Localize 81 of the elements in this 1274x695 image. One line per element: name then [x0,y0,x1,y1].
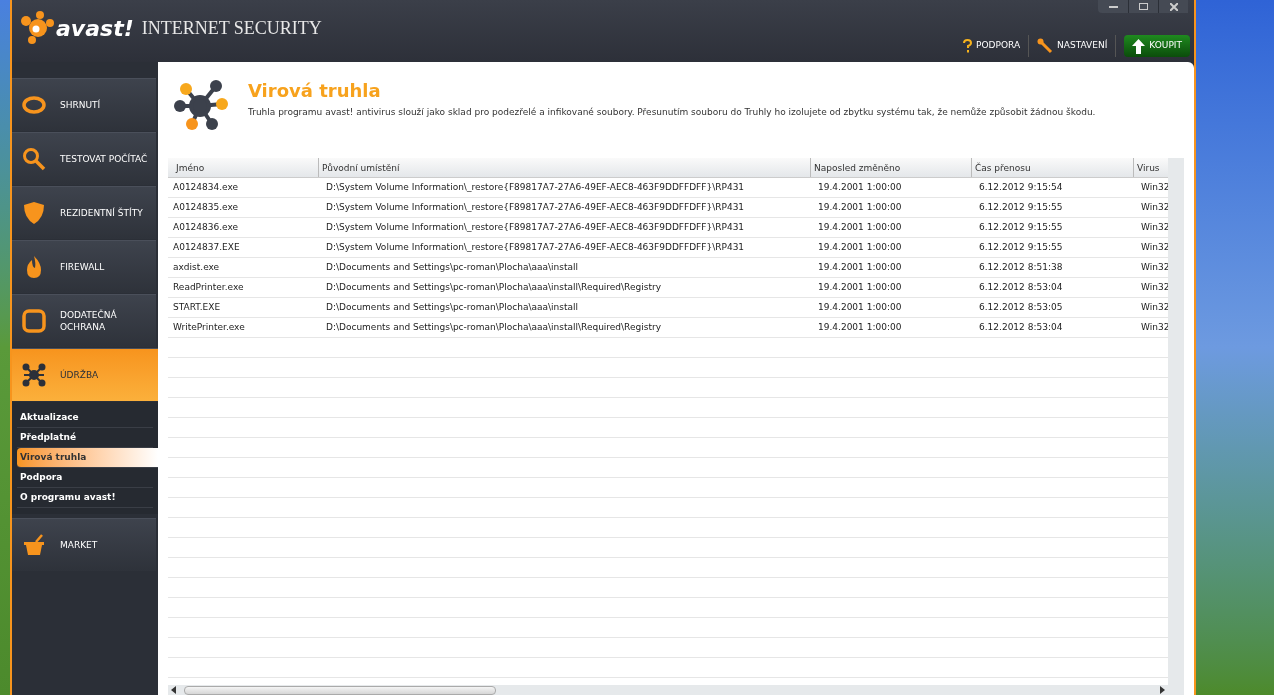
table-cell-text: 19.4.2001 1:00:00 [817,181,903,194]
table-cell-text: D:\Documents and Settings\pc-roman\Plocha\aaa\install [325,261,579,274]
table-cell-text: 19.4.2001 1:00:00 [817,241,903,254]
help-link[interactable]: PODPORA [963,35,1030,57]
table-cell-text: Win32 [1140,181,1168,194]
table-cell-text: A0124835.exe [172,201,240,214]
table-cell-text: A0124836.exe [172,221,240,234]
page-description: Truhla programu avast! antivirus slouží jako sklad pro podezřelé a infikované soubory. Přesunutím souboru do Truhly ho izolujete od zbytku systému tak, že nemůže způsobit žádnou škodu. [248,106,1096,119]
column-header[interactable]: Jméno [168,158,318,177]
submenu-item[interactable]: Virová truhla [17,448,158,468]
table-cell-text: D:\Documents and Settings\pc-roman\Plocha\aaa\install\Required\Registry [325,281,662,294]
nav-item[interactable]: DODATEČNÁ OCHRANA [12,294,156,347]
page-title: Virová truhla [248,80,382,102]
molecule-icon [22,363,46,387]
up-arrow-icon [1132,38,1146,54]
table-cell-text: Win32 [1140,281,1168,294]
table-cell-text: 6.12.2012 9:15:55 [978,241,1064,254]
submenu-item[interactable]: Aktualizace [17,408,153,428]
nav-item[interactable]: MARKET [12,518,156,571]
table-cell-text: D:\System Volume Information\_restore{F89817A7-27A6-49EF-AEC8-463F9DDFFDFF}\RP431 [325,241,746,254]
table-cell-text: D:\Documents and Settings\pc-roman\Plocha\aaa\install [325,301,579,314]
brand-name: avast! [56,14,134,43]
table-cell-text: D:\System Volume Information\_restore{F89817A7-27A6-49EF-AEC8-463F9DDFFDFF}\RP431 [325,221,746,234]
nav-item[interactable]: FIREWALL [12,240,156,293]
table-cell-text: 19.4.2001 1:00:00 [817,221,903,234]
settings-link[interactable]: NASTAVENÍ [1037,35,1117,57]
buy-button[interactable]: KOUPIT [1124,35,1190,57]
table-cell-text: 19.4.2001 1:00:00 [817,261,903,274]
shield-icon [23,201,45,225]
close-button[interactable] [1158,0,1188,13]
wrench-icon [1037,38,1054,54]
submenu-item[interactable]: O programu avast! [17,488,153,508]
table-cell-text: Win32 [1140,201,1168,214]
submenu-item[interactable]: Podpora [17,468,153,488]
table-cell-text: 6.12.2012 9:15:54 [978,181,1064,194]
window-title: INTERNET SECURITY [141,16,322,40]
table-cell-text: START.EXE [172,301,222,314]
table-cell-text: 19.4.2001 1:00:00 [817,201,903,214]
column-header[interactable]: Čas přenosu [971,158,1133,177]
nav-item[interactable]: ÚDRŽBA [12,348,158,401]
scroll-left-icon [171,686,176,694]
table-cell-text: Win32 [1140,321,1168,334]
table-cell-text: Win32 [1140,221,1168,234]
table-cell-text: 6.12.2012 9:15:55 [978,201,1064,214]
close-icon [1169,2,1178,11]
minimize-icon [1108,5,1118,8]
column-header[interactable]: Původní umístění [318,158,810,177]
maximize-button[interactable] [1128,0,1158,13]
basket-icon [22,533,46,557]
table-cell-text: Win32 [1140,301,1168,314]
table-cell-text: 6.12.2012 8:53:04 [978,281,1064,294]
table-cell-text: D:\System Volume Information\_restore{F89817A7-27A6-49EF-AEC8-463F9DDFFDFF}\RP431 [325,181,746,194]
square-icon [22,309,46,333]
table-cell-text: axdist.exe [172,261,221,274]
table-cell-text: 19.4.2001 1:00:00 [817,321,903,334]
table-cell-text: D:\Documents and Settings\pc-roman\Plocha\aaa\install\Required\Registry [325,321,662,334]
table-cell-text: 6.12.2012 8:53:04 [978,321,1064,334]
table-cell-text: 6.12.2012 8:51:38 [978,261,1064,274]
column-header[interactable]: Naposled změněno [810,158,971,177]
scrollbar-thumb[interactable] [184,685,496,695]
table-cell-text: Win32 [1140,261,1168,274]
table-cell-text: 19.4.2001 1:00:00 [817,301,903,314]
maximize-icon [1139,3,1148,10]
table-cell-text: 19.4.2001 1:00:00 [817,281,903,294]
nav-item[interactable]: REZIDENTNÍ ŠTÍTY [12,186,156,239]
eye-icon [22,96,46,114]
question-mark-icon [963,39,973,53]
search-icon [22,147,46,171]
table-cell-text: A0124834.exe [172,181,240,194]
table-cell-text: Win32 [1140,241,1168,254]
table-cell-text: A0124837.EXE [172,241,241,254]
table-cell-text: D:\System Volume Information\_restore{F89817A7-27A6-49EF-AEC8-463F9DDFFDFF}\RP431 [325,201,746,214]
vertical-scrollbar[interactable] [1168,158,1184,695]
minimize-button[interactable] [1098,0,1128,13]
nav-item[interactable]: SHRNUTÍ [12,78,156,131]
nav-item[interactable]: TESTOVAT POČÍTAČ [12,132,156,185]
table-cell-text: 6.12.2012 8:53:05 [978,301,1064,314]
table-cell-text: WritePrinter.exe [172,321,246,334]
table-cell-text: 6.12.2012 9:15:55 [978,221,1064,234]
horizontal-scrollbar[interactable] [168,685,1168,695]
table-cell-text: ReadPrinter.exe [172,281,245,294]
